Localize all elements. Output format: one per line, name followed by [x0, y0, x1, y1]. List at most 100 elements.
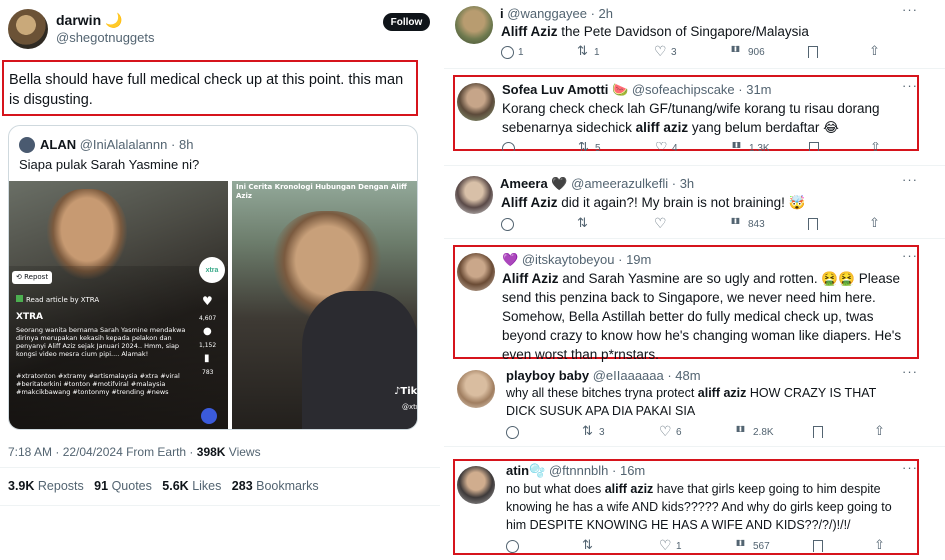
repost-chip[interactable]: ⟲ Repost — [12, 271, 53, 284]
avatar[interactable] — [457, 83, 495, 121]
bookmark-button[interactable] — [808, 46, 818, 58]
quoted-text: Siapa pulak Sarah Yasmine ni? — [19, 157, 200, 172]
reply-time[interactable]: 19m — [626, 252, 651, 267]
bookmarks-stat[interactable]: 283 Bookmarks — [232, 479, 319, 493]
reply-handle[interactable]: @ftnnnblh — [549, 463, 608, 478]
views-count: 2.8K — [753, 427, 774, 438]
views-button[interactable]: 2.8K — [736, 424, 774, 439]
views-button[interactable]: 843 — [731, 216, 765, 231]
reply-mention: Aliff Aziz — [501, 195, 558, 210]
reply-button[interactable]: 1 — [501, 46, 524, 59]
reply-header: atin🫧 @ftnnnblh · 16m — [506, 463, 646, 478]
reply-button[interactable] — [506, 540, 519, 553]
reply-author-name[interactable]: playboy baby — [506, 368, 589, 383]
tiktok-logo: ♪TikTok — [394, 387, 417, 397]
avatar[interactable] — [457, 370, 495, 408]
quoted-header: ALAN @IniAlalalannn · 8h — [40, 137, 194, 152]
reply-item[interactable]: Sofea Luv Amotti 🍉 @sofeachipscake · 31m… — [444, 76, 945, 156]
more-options-icon[interactable]: ··· — [902, 2, 918, 17]
quotes-count: 91 — [94, 479, 109, 493]
repost-button[interactable]: 3 — [582, 423, 605, 439]
views-button[interactable]: 567 — [736, 538, 770, 553]
reply-author-name[interactable]: Sofea Luv Amotti 🍉 — [502, 82, 628, 97]
reply-time[interactable]: 31m — [746, 82, 771, 97]
like-button[interactable]: 6 — [659, 423, 682, 440]
bookmark-button[interactable] — [808, 218, 818, 230]
read-article-label: Read article by XTRA — [16, 295, 99, 305]
bookmark-button[interactable] — [813, 540, 823, 552]
avatar[interactable] — [455, 176, 493, 214]
reply-header: Sofea Luv Amotti 🍉 @sofeachipscake · 31m — [502, 82, 772, 97]
quotes-stat[interactable]: 91 Quotes — [94, 479, 152, 493]
comment-icon[interactable]: ● — [203, 327, 212, 337]
more-options-icon[interactable]: ··· — [902, 364, 918, 379]
heart-icon — [655, 142, 668, 151]
like-button[interactable]: 4 — [655, 142, 678, 151]
xtra-badge[interactable]: xtra — [199, 257, 225, 283]
heart-icon[interactable]: ♥ — [202, 295, 213, 307]
like-button[interactable]: 1 — [659, 537, 682, 554]
reply-handle[interactable]: @itskaytobeyou — [522, 252, 615, 267]
quoted-tweet[interactable]: ALAN @IniAlalalannn · 8h Siapa pulak Sar… — [8, 125, 418, 430]
reply-button[interactable] — [502, 142, 515, 151]
reply-handle[interactable]: @eIIaaaaaa — [593, 368, 664, 383]
avatar[interactable] — [455, 6, 493, 44]
avatar[interactable] — [457, 466, 495, 504]
reply-button[interactable] — [501, 218, 514, 231]
reply-time[interactable]: 3h — [680, 176, 694, 191]
avatar[interactable] — [8, 9, 48, 49]
reply-handle[interactable]: @sofeachipscake — [632, 82, 735, 97]
reply-time[interactable]: 16m — [620, 463, 645, 478]
reply-header: 💜 @itskaytobeyou · 19m — [502, 252, 652, 267]
divider — [444, 446, 945, 447]
video-thumbnail-right[interactable]: Ini Cerita Kronologi Hubungan Dengan Ali… — [232, 181, 417, 429]
reply-author-name[interactable]: Ameera 🖤 — [500, 176, 568, 191]
reply-item[interactable]: playboy baby @eIIaaaaaa · 48m ··· why al… — [444, 364, 945, 444]
repost-button[interactable] — [577, 215, 590, 231]
share-button[interactable] — [869, 43, 882, 59]
like-button[interactable] — [654, 215, 667, 232]
reply-time[interactable]: 48m — [675, 368, 700, 383]
divider — [444, 165, 945, 166]
share-icon[interactable] — [201, 408, 217, 424]
reply-item[interactable]: i @wanggayee · 2h ··· Aliff Aziz the Pet… — [444, 0, 945, 68]
more-options-icon[interactable]: ··· — [902, 172, 918, 187]
reposts-stat[interactable]: 3.9K Reposts — [8, 479, 84, 493]
engagement-stats: 3.9K Reposts 91 Quotes 5.6K Likes 283 Bo… — [8, 479, 319, 493]
reply-handle[interactable]: @wanggayee — [507, 6, 587, 21]
reply-item[interactable]: 💜 @itskaytobeyou · 19m ··· Aliff Aziz an… — [444, 246, 945, 362]
more-options-icon[interactable]: ··· — [902, 248, 918, 263]
avatar[interactable] — [457, 253, 495, 291]
reply-handle[interactable]: @ameerazulkefli — [571, 176, 668, 191]
bookmark-button[interactable] — [813, 426, 823, 438]
reply-time[interactable]: 2h — [599, 6, 613, 21]
reply-author-name[interactable]: atin🫧 — [506, 463, 545, 478]
likes-stat[interactable]: 5.6K Likes — [162, 479, 221, 493]
reply-button[interactable] — [506, 426, 519, 439]
reply-item[interactable]: Ameera 🖤 @ameerazulkefli · 3h ··· Aliff … — [444, 170, 945, 235]
like-button[interactable]: 3 — [654, 43, 677, 60]
bookmark-button[interactable] — [809, 142, 819, 151]
more-options-icon[interactable]: ··· — [902, 460, 918, 475]
share-button[interactable] — [869, 215, 882, 231]
video-thumbnail-left[interactable]: ⟲ Repost Read article by XTRA XTRA Seora… — [9, 181, 228, 429]
more-options-icon[interactable]: ··· — [902, 78, 918, 93]
share-button[interactable] — [874, 423, 887, 439]
reply-author-name[interactable]: i — [500, 6, 504, 21]
bookmark-icon — [808, 46, 818, 58]
repost-button[interactable]: 5 — [578, 142, 601, 151]
follow-button[interactable]: Follow — [383, 13, 430, 31]
bookmark-icon[interactable]: ▮ — [204, 354, 210, 364]
heart-icon — [654, 215, 667, 232]
author-name[interactable]: darwin 🌙 — [56, 12, 122, 29]
reply-item[interactable]: atin🫧 @ftnnnblh · 16m ··· no but what do… — [444, 460, 945, 556]
share-button[interactable] — [870, 142, 883, 151]
author-handle[interactable]: @shegotnuggets — [56, 30, 155, 45]
divider — [444, 68, 945, 69]
share-button[interactable] — [874, 537, 887, 553]
repost-button[interactable]: 1 — [577, 43, 600, 59]
views-button[interactable]: 1.3K — [732, 142, 770, 151]
views-button[interactable]: 906 — [731, 44, 765, 59]
reply-author-name[interactable]: 💜 — [502, 252, 518, 267]
repost-button[interactable] — [582, 537, 595, 553]
